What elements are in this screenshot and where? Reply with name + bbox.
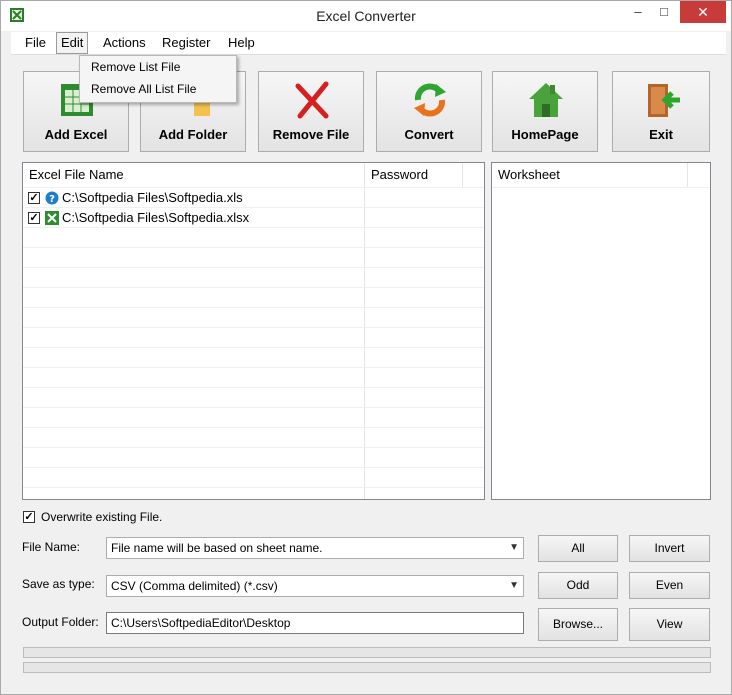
row-checkbox[interactable]: ✓ [28, 192, 40, 204]
menu-remove-all-list-file[interactable]: Remove All List File [91, 82, 196, 96]
column-password[interactable]: Password [365, 163, 463, 187]
grid-line [23, 427, 484, 428]
menu-help[interactable]: Help [224, 35, 259, 50]
menu-actions[interactable]: Actions [99, 35, 150, 50]
table-row[interactable]: ✓ C:\Softpedia Files\Softpedia.xlsx [27, 210, 477, 228]
title-bar[interactable]: Excel Converter – □ ✕ [1, 1, 731, 31]
save-as-value: CSV (Comma delimited) (*.csv) [111, 579, 278, 593]
homepage-label: HomePage [511, 127, 579, 142]
grid-line [23, 347, 484, 348]
grid-line [23, 287, 484, 288]
grid-line [23, 367, 484, 368]
select-all-button[interactable]: All [538, 535, 618, 562]
maximize-button[interactable]: □ [651, 1, 677, 23]
remove-x-icon [295, 81, 329, 119]
output-folder-input[interactable]: C:\Users\SoftpediaEditor\Desktop [106, 612, 524, 634]
column-excel-file-name[interactable]: Excel File Name [23, 163, 365, 187]
convert-label: Convert [404, 127, 454, 142]
menu-bar: File Edit Actions Register Help [11, 32, 726, 55]
grid-line [23, 407, 484, 408]
chevron-down-icon: ▼ [509, 580, 519, 591]
output-folder-label: Output Folder: [22, 615, 99, 629]
file-path: C:\Softpedia Files\Softpedia.xlsx [62, 210, 250, 225]
save-as-label: Save as type: [22, 577, 95, 591]
menu-register[interactable]: Register [158, 35, 214, 50]
grid-line [23, 267, 484, 268]
worksheet-list-panel[interactable]: Worksheet [491, 162, 711, 500]
odd-button[interactable]: Odd [538, 572, 618, 599]
app-window: Excel Converter – □ ✕ File Edit Actions … [0, 0, 732, 695]
grid-line [492, 187, 710, 188]
file-path: C:\Softpedia Files\Softpedia.xls [62, 190, 243, 205]
exit-label: Exit [649, 127, 673, 142]
overwrite-checkbox[interactable]: ✓ [23, 511, 35, 523]
excel-file-icon [45, 211, 59, 225]
grid-line [23, 187, 484, 188]
grid-line [23, 247, 484, 248]
menu-remove-list-file[interactable]: Remove List File [91, 60, 180, 74]
grid-line [23, 307, 484, 308]
grid-line [23, 447, 484, 448]
add-excel-label: Add Excel [44, 127, 108, 142]
overwrite-label: Overwrite existing File. [41, 510, 163, 524]
unknown-file-icon: ? [45, 191, 59, 205]
file-name-select[interactable]: File name will be based on sheet name. ▼ [106, 537, 524, 559]
view-button[interactable]: View [629, 608, 710, 641]
column-worksheet[interactable]: Worksheet [492, 163, 688, 187]
homepage-button[interactable]: HomePage [492, 71, 598, 152]
svg-text:?: ? [49, 194, 55, 205]
table-row[interactable]: ✓ ? C:\Softpedia Files\Softpedia.xls [27, 190, 477, 208]
menu-file[interactable]: File [21, 35, 50, 50]
grid-line [23, 487, 484, 488]
grid-line [23, 467, 484, 468]
menu-edit[interactable]: Edit [56, 32, 89, 54]
add-folder-label: Add Folder [158, 127, 228, 142]
convert-arrows-icon [414, 83, 446, 117]
save-as-select[interactable]: CSV (Comma delimited) (*.csv) ▼ [106, 575, 524, 597]
window-title: Excel Converter [316, 8, 416, 24]
file-name-value: File name will be based on sheet name. [111, 541, 323, 555]
browse-button[interactable]: Browse... [538, 608, 618, 641]
even-button[interactable]: Even [629, 572, 710, 599]
exit-door-icon [648, 84, 680, 117]
chevron-down-icon: ▼ [509, 542, 519, 553]
minimize-button[interactable]: – [625, 1, 651, 23]
remove-file-label: Remove File [272, 127, 350, 142]
invert-button[interactable]: Invert [629, 535, 710, 562]
remove-file-button[interactable]: Remove File [258, 71, 364, 152]
progress-bar-total [23, 662, 711, 673]
file-list-panel[interactable]: Excel File Name Password ✓ ? C:\Softpedi… [22, 162, 485, 500]
exit-button[interactable]: Exit [612, 71, 710, 152]
row-checkbox[interactable]: ✓ [28, 212, 40, 224]
file-name-label: File Name: [22, 540, 81, 554]
grid-line [23, 387, 484, 388]
convert-button[interactable]: Convert [376, 71, 482, 152]
edit-dropdown-menu: Remove List File Remove All List File [79, 55, 237, 103]
close-button[interactable]: ✕ [680, 1, 726, 23]
grid-line [23, 327, 484, 328]
progress-bar-file [23, 647, 711, 658]
home-icon [529, 83, 563, 117]
